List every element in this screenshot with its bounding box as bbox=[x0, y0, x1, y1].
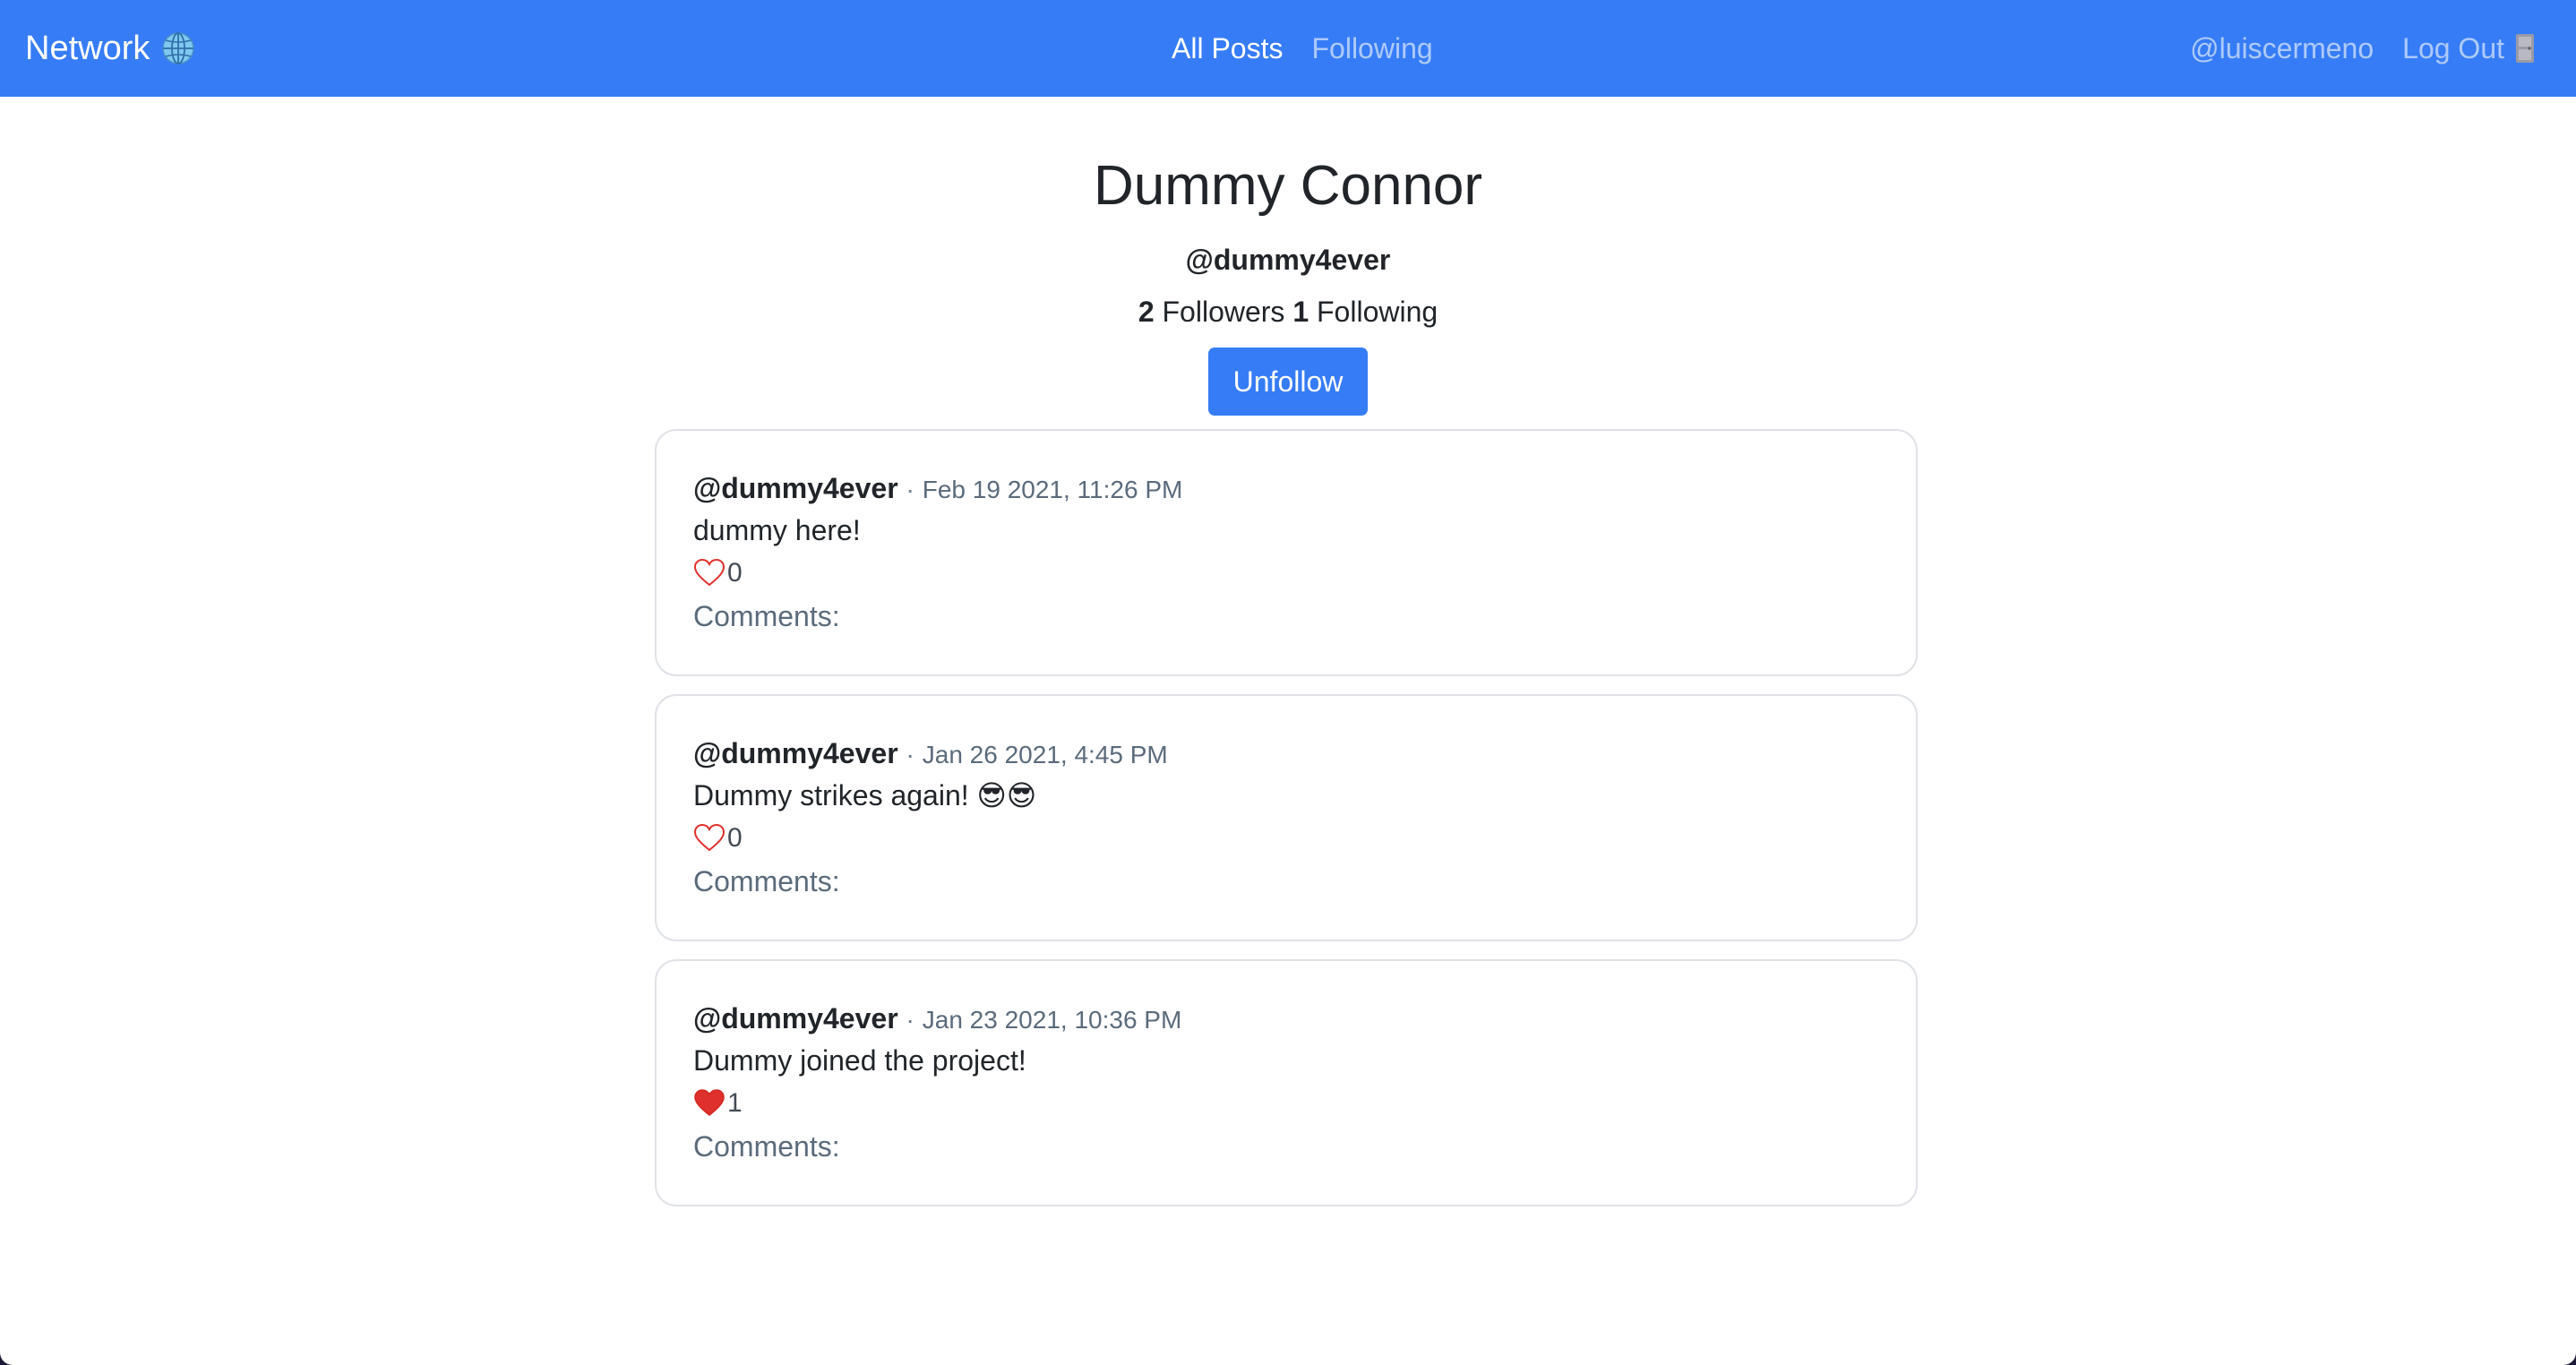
post-body: dummy here! bbox=[693, 514, 861, 546]
post-body: Dummy strikes again! 😎😎 bbox=[693, 779, 1037, 811]
nav-user-area: @luiscermeno Log Out bbox=[2190, 0, 2537, 97]
like-count: 0 bbox=[727, 558, 743, 588]
unfollow-button[interactable]: Unfollow bbox=[1208, 348, 1368, 416]
post-card: @dummy4ever · Jan 26 2021, 4:45 PM Dummy… bbox=[655, 694, 1918, 941]
like-count: 0 bbox=[727, 823, 743, 853]
profile-stats: 2 Followers 1 Following bbox=[0, 294, 2576, 330]
followers-label: Followers bbox=[1162, 296, 1285, 328]
page: Network All Posts Following @luiscermeno… bbox=[0, 0, 2576, 1365]
heart-filled-icon[interactable] bbox=[693, 1087, 726, 1120]
post-author[interactable]: @dummy4ever bbox=[693, 1002, 898, 1034]
followers-count: 2 bbox=[1138, 296, 1155, 328]
door-icon bbox=[2513, 33, 2537, 64]
nav-links: All Posts Following bbox=[1172, 0, 1433, 97]
post-card: @dummy4ever · Jan 23 2021, 10:36 PM Dumm… bbox=[655, 959, 1918, 1206]
heart-outline-icon[interactable] bbox=[693, 822, 726, 854]
post-separator: · bbox=[906, 476, 914, 503]
post-body: Dummy joined the project! bbox=[693, 1044, 1026, 1077]
like-row: 1 bbox=[693, 1081, 1880, 1126]
comments-label: Comments: bbox=[693, 600, 840, 632]
profile-header: Dummy Connor @dummy4ever 2 Followers 1 F… bbox=[0, 143, 2576, 416]
profile-handle: @dummy4ever bbox=[1185, 244, 1391, 276]
profile-name: Dummy Connor bbox=[1093, 155, 1483, 217]
post-header: @dummy4ever · Jan 23 2021, 10:36 PM bbox=[693, 1000, 1880, 1040]
following-label: Following bbox=[1317, 296, 1438, 328]
brand-label: Network bbox=[25, 29, 150, 67]
post-separator: · bbox=[906, 741, 914, 768]
post-separator: · bbox=[906, 1006, 914, 1034]
logout-link[interactable]: Log Out bbox=[2402, 32, 2537, 65]
heart-outline-icon[interactable] bbox=[693, 557, 726, 589]
post-card: @dummy4ever · Feb 19 2021, 11:26 PM dumm… bbox=[655, 429, 1918, 676]
post-author[interactable]: @dummy4ever bbox=[693, 472, 898, 504]
brand-link[interactable]: Network bbox=[25, 0, 196, 97]
post-date: Jan 26 2021, 4:45 PM bbox=[922, 741, 1168, 768]
like-row: 0 bbox=[693, 816, 1880, 861]
following-count: 1 bbox=[1292, 296, 1309, 328]
nav-all-posts[interactable]: All Posts bbox=[1172, 32, 1283, 65]
post-author[interactable]: @dummy4ever bbox=[693, 737, 898, 769]
post-header: @dummy4ever · Feb 19 2021, 11:26 PM bbox=[693, 470, 1880, 510]
comments-label: Comments: bbox=[693, 865, 840, 897]
like-count: 1 bbox=[727, 1088, 743, 1118]
nav-following[interactable]: Following bbox=[1311, 32, 1432, 65]
logout-label: Log Out bbox=[2402, 31, 2504, 64]
comments-label: Comments: bbox=[693, 1130, 840, 1163]
nav-username[interactable]: @luiscermeno bbox=[2190, 32, 2374, 65]
post-date: Feb 19 2021, 11:26 PM bbox=[922, 476, 1183, 503]
post-date: Jan 23 2021, 10:36 PM bbox=[922, 1006, 1182, 1034]
like-row: 0 bbox=[693, 551, 1880, 596]
posts-list: @dummy4ever · Feb 19 2021, 11:26 PM dumm… bbox=[655, 429, 1918, 1224]
post-header: @dummy4ever · Jan 26 2021, 4:45 PM bbox=[693, 735, 1880, 775]
navbar: Network All Posts Following @luiscermeno… bbox=[0, 0, 2576, 97]
globe-icon bbox=[160, 30, 196, 66]
